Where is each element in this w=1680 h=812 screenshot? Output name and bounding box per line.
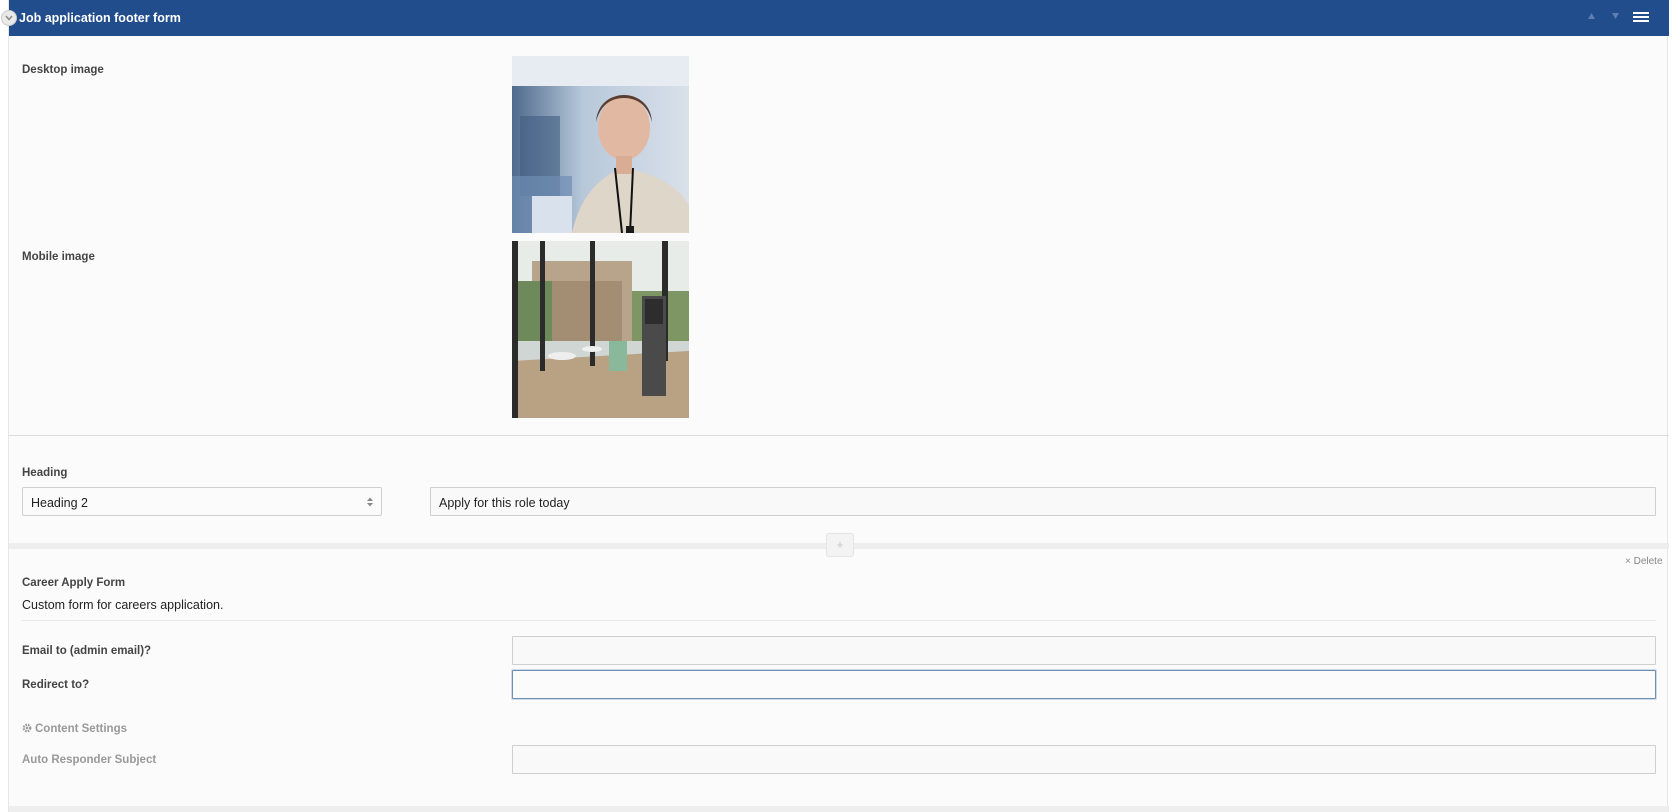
block-header[interactable]: Job application footer form [1,0,1669,36]
form-block-description: Custom form for careers application. [22,598,224,612]
heading-text-value: Apply for this role today [439,496,570,510]
mobile-image-label: Mobile image [22,251,95,263]
heading-label: Heading [22,467,68,479]
desktop-image-thumbnail[interactable] [512,56,689,233]
email-to-input[interactable] [512,636,1656,665]
email-to-label: Email to (admin email)? [22,645,152,657]
block-title: Job application footer form [19,11,181,25]
triangle-down-icon[interactable] [1611,12,1620,20]
auto-responder-subject-input[interactable] [512,745,1656,774]
auto-responder-subject-label: Auto Responder Subject [22,754,157,766]
collapse-toggle[interactable] [1,10,17,26]
redirect-to-label: Redirect to? [22,679,90,691]
hamburger-menu-icon[interactable] [1633,12,1649,24]
heading-text-input[interactable]: Apply for this role today [430,487,1656,516]
desktop-image-label: Desktop image [22,64,104,76]
form-block-title: Career Apply Form [22,577,126,589]
desktop-photo [512,56,689,233]
triangle-up-icon[interactable] [1587,12,1596,20]
redirect-to-input[interactable] [512,670,1656,699]
content-block-panel: Job application footer form Desktop imag… [1,0,1669,812]
heading-level-select[interactable]: Heading 2 [22,487,382,516]
plus-icon: + [836,538,844,552]
delete-button[interactable]: × Delete [1625,556,1663,567]
chevron-down-icon [5,15,13,21]
content-settings-label: Content Settings [35,723,127,735]
heading-level-value: Heading 2 [31,496,88,510]
mobile-photo [512,241,689,418]
add-block-button[interactable]: + [826,533,854,557]
content-settings-toggle[interactable]: Content Settings [22,723,127,735]
gear-icon [22,723,32,733]
select-arrows-icon [367,497,373,507]
mobile-image-thumbnail[interactable] [512,241,689,418]
